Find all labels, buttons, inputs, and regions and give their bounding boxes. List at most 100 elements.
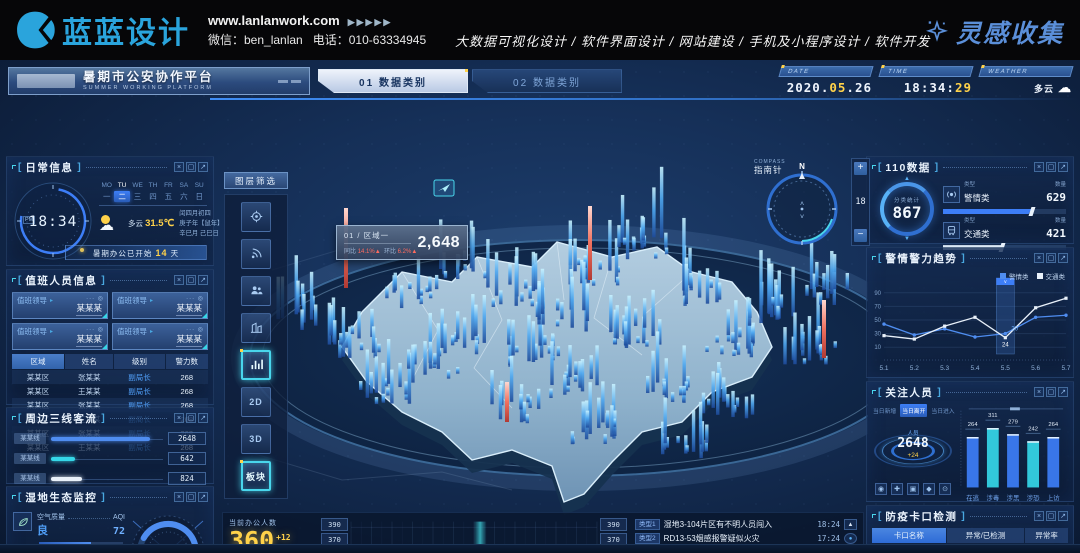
svg-text:˄: ˄ [800, 201, 804, 208]
focus-filter-icon[interactable]: ◆ [923, 483, 935, 495]
inspiration-collect[interactable]: 灵感收集 [924, 14, 1064, 50]
panel-window-icon[interactable]: ▢ [186, 413, 196, 423]
duty-table-header: 区域姓名级别警力数 [12, 354, 208, 369]
panel-expand-icon[interactable]: ↗ [1058, 162, 1068, 172]
layer-button-板块[interactable]: 板块 [241, 461, 271, 491]
svg-text:10: 10 [874, 345, 881, 351]
panel-window-icon[interactable]: ▢ [1046, 162, 1056, 172]
layer-button-people[interactable] [241, 276, 271, 306]
duty-cell: 副局长 [114, 370, 164, 384]
date-label: DATE [778, 66, 873, 77]
layer-button-bar-chart[interactable] [241, 350, 271, 380]
layer-button-3D[interactable]: 3D [241, 424, 271, 454]
more-dots-icon[interactable]: ··· ◎ [86, 326, 104, 333]
svg-text:涉毒: 涉毒 [986, 493, 999, 502]
slider-thumb[interactable] [1028, 207, 1035, 216]
brand-wechat: 微信：ben_lanlan [208, 33, 303, 47]
checkpoint-col-header[interactable]: 卡口名称 [872, 528, 946, 543]
duty-leader-card: 值班领导▸··· ◎某某某 [112, 292, 208, 319]
panel-close-icon[interactable]: × [1034, 387, 1044, 397]
more-dots-icon[interactable]: ··· ◎ [186, 295, 204, 302]
panel-window-icon[interactable]: ▢ [186, 162, 196, 172]
checkpoint-col-header: 异常率 [1025, 528, 1068, 543]
focus-tab[interactable]: 当日离开 [900, 404, 927, 417]
svg-text:264: 264 [1048, 422, 1059, 428]
weekday-cell: SA [176, 181, 191, 191]
panel-eco-monitor: [湿地生态监控]×▢↗ 空气质量AQI 良72 [6, 486, 214, 553]
duty-col-header: 警力数 [166, 354, 208, 369]
category-value: 421 [1046, 227, 1066, 240]
weather-box: WEATHER 多云☁ [980, 66, 1072, 96]
panel-window-icon[interactable]: ▢ [1046, 511, 1056, 521]
panel-expand-icon[interactable]: ↗ [198, 492, 208, 502]
focus-filter-icon[interactable]: ▣ [907, 483, 919, 495]
duty-cell: 王某某 [65, 384, 113, 398]
layer-button-signal[interactable] [241, 239, 271, 269]
alert-item[interactable]: 类型2RD13-53烟感报警疑似火灾17:24● [635, 531, 857, 545]
category-progress[interactable] [943, 209, 1066, 214]
panel-expand-icon[interactable]: ↗ [198, 413, 208, 423]
focus-tab[interactable]: 当日新增 [871, 404, 898, 417]
duty-leader-card: 值班领导▸··· ◎某某某 [112, 323, 208, 350]
leaf-icon [13, 512, 32, 531]
brand-website[interactable]: www.lanlanwork.com [208, 13, 340, 28]
more-dots-icon[interactable]: ··· ◎ [186, 326, 204, 333]
svg-text:˅: ˅ [800, 214, 804, 221]
focus-ring: 人员 2648 +24 [873, 423, 953, 479]
svg-text:30: 30 [1011, 327, 1018, 333]
panel-close-icon[interactable]: × [1034, 253, 1044, 263]
panel-expand-icon[interactable]: ↗ [198, 275, 208, 285]
zoom-out-button[interactable]: − [854, 229, 867, 242]
panel-window-icon[interactable]: ▢ [1046, 253, 1056, 263]
panel-title: 防疫卡口检测 [885, 509, 957, 524]
layer-button-camera[interactable] [241, 202, 271, 232]
tab-data-category-2[interactable]: 02 数据类别 [472, 69, 622, 93]
svg-text:涉恐: 涉恐 [1027, 493, 1040, 502]
duty-cell: 副局长 [114, 384, 164, 398]
type-label: 类型 [964, 218, 990, 224]
panel-window-icon[interactable]: ▢ [1046, 387, 1056, 397]
brand-logo-icon [14, 9, 56, 51]
panel-close-icon[interactable]: × [1034, 162, 1044, 172]
signal-icon [250, 247, 263, 262]
panel-expand-icon[interactable]: ↗ [1058, 253, 1068, 263]
panel-daily-info: [日常信息]×▢↗ PM 18:34 MOTUWETHFRSASU 一二三四五六… [6, 156, 214, 266]
duty-leader-card: 值班领导▸··· ◎某某某 [12, 292, 108, 319]
layer-button-building[interactable] [241, 313, 271, 343]
svg-text:N: N [799, 162, 805, 171]
weekday-row-cn: 一二三四五六日 [99, 191, 207, 202]
panel-window-icon[interactable]: ▢ [186, 275, 196, 285]
svg-text:242: 242 [1028, 426, 1038, 432]
weekday-cell: 日 [192, 191, 207, 202]
panel-close-icon[interactable]: × [174, 162, 184, 172]
focus-tab[interactable]: 当日进入 [929, 404, 956, 417]
panel-close-icon[interactable]: × [174, 275, 184, 285]
layer-button-2D[interactable]: 2D [241, 387, 271, 417]
panel-expand-icon[interactable]: ↗ [1058, 387, 1068, 397]
chevron-right-icon: ▸ [150, 297, 153, 304]
panel-close-icon[interactable]: × [1034, 511, 1044, 521]
tab-data-category-1[interactable]: 01 数据类别 [318, 69, 468, 93]
svg-text:在逃: 在逃 [966, 493, 979, 502]
panel-window-icon[interactable]: ▢ [186, 492, 196, 502]
focus-filter-icon[interactable]: ◉ [875, 483, 887, 495]
scroll-up-icon[interactable]: ▲ [844, 519, 857, 530]
more-dots-icon[interactable]: ··· ◎ [86, 295, 104, 302]
category-stat-item: 类型交通类数量421 [943, 218, 1066, 250]
type-label: 类型 [964, 182, 990, 188]
panel-close-icon[interactable]: × [174, 492, 184, 502]
building-icon [250, 321, 263, 336]
panel-expand-icon[interactable]: ↗ [1058, 511, 1068, 521]
zoom-in-button[interactable]: + [854, 162, 867, 175]
map-tooltip: 01 / 区域一 同比 14.1%▲ 环比 6.2%▲ 2,648 [336, 225, 468, 260]
panel-close-icon[interactable]: × [174, 413, 184, 423]
focus-filter-icon[interactable]: ✚ [891, 483, 903, 495]
focus-filter-icon[interactable]: ⊙ [939, 483, 951, 495]
alarm-icon [943, 186, 960, 203]
y-tick-box: 390 [600, 518, 627, 531]
scroll-dot-icon[interactable]: ● [844, 533, 857, 544]
flow-bar-row: 某某线2648 [7, 428, 213, 448]
svg-text:5.5: 5.5 [1001, 365, 1010, 372]
panel-expand-icon[interactable]: ↗ [198, 162, 208, 172]
alert-item[interactable]: 类型1湿地3-104片区有不明人员闯入18:24▲ [635, 517, 857, 531]
